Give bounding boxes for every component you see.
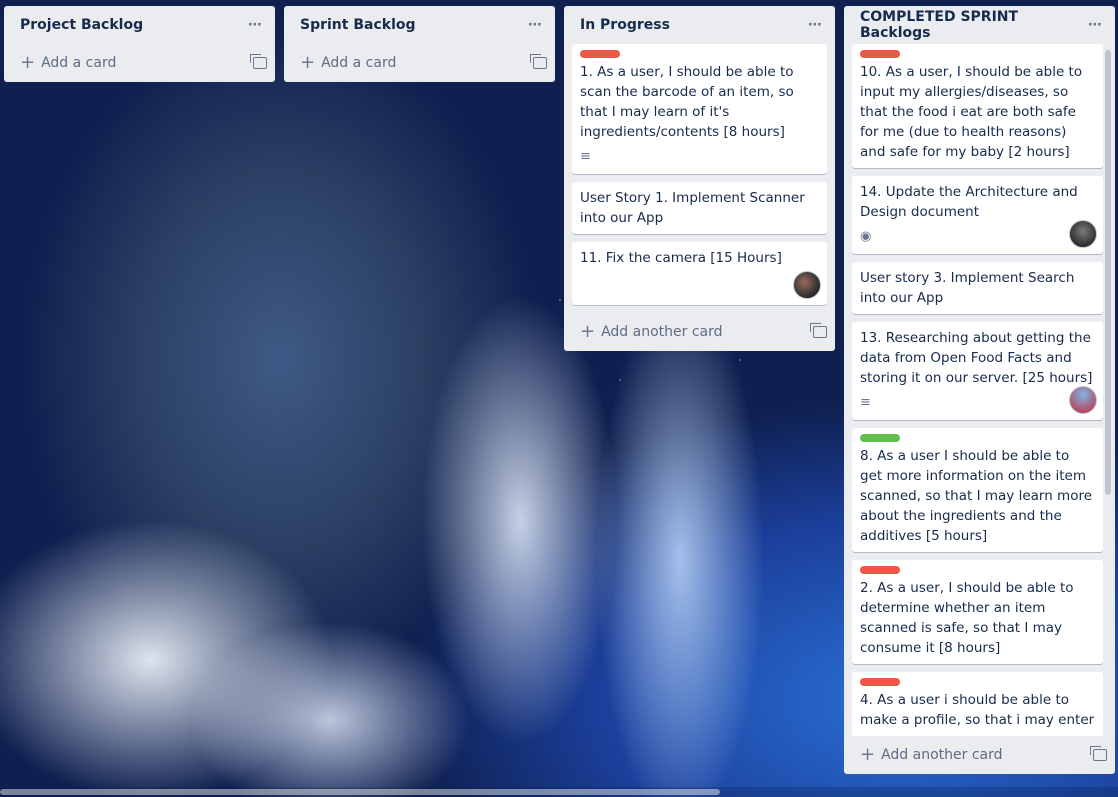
- list-header: COMPLETED SPRINT Backlogs ⋯: [844, 6, 1115, 44]
- board: Project Backlog ⋯ + Add a card Sprint Ba…: [0, 0, 1118, 797]
- plus-icon: +: [860, 744, 876, 765]
- list-title[interactable]: Project Backlog: [20, 17, 143, 33]
- list-title[interactable]: In Progress: [580, 17, 670, 33]
- card[interactable]: 4. As a user i should be able to make a …: [852, 672, 1103, 736]
- add-card-button[interactable]: + Add another card: [860, 746, 1003, 764]
- list-menu-icon[interactable]: ⋯: [804, 15, 827, 35]
- member-avatar[interactable]: [1069, 386, 1097, 414]
- card-title: 14. Update the Architecture and Design d…: [860, 184, 1078, 220]
- card-title: 10. As a user, I should be able to input…: [860, 64, 1083, 160]
- card-title: 11. Fix the camera [15 Hours]: [580, 250, 782, 266]
- plus-icon: +: [580, 321, 596, 342]
- card-badges: ≡: [580, 146, 819, 168]
- scrollbar-thumb[interactable]: [0, 789, 720, 795]
- card-template-icon[interactable]: [530, 54, 547, 69]
- card-title: User Story 1. Implement Scanner into our…: [580, 190, 805, 226]
- add-card-row: + Add a card: [4, 44, 275, 82]
- add-card-label: Add a card: [41, 55, 117, 71]
- plus-icon: +: [300, 52, 316, 73]
- card-badges: ◉: [860, 226, 1095, 248]
- list-title[interactable]: Sprint Backlog: [300, 17, 416, 33]
- card[interactable]: 10. As a user, I should be able to input…: [852, 44, 1103, 168]
- add-card-button[interactable]: + Add a card: [20, 54, 116, 72]
- list-menu-icon[interactable]: ⋯: [244, 15, 267, 35]
- card-title: 8. As a user I should be able to get mor…: [860, 448, 1093, 544]
- card[interactable]: 14. Update the Architecture and Design d…: [852, 176, 1103, 254]
- member-avatar[interactable]: [793, 271, 821, 299]
- card[interactable]: 1. As a user, I should be able to scan t…: [572, 44, 827, 174]
- card-title: User story 3. Implement Search into our …: [860, 270, 1075, 306]
- card[interactable]: 11. Fix the camera [15 Hours]: [572, 242, 827, 305]
- member-avatar[interactable]: [1069, 220, 1097, 248]
- list-menu-icon[interactable]: ⋯: [1084, 15, 1107, 35]
- add-card-row: + Add another card: [564, 313, 835, 351]
- card-template-icon[interactable]: [1090, 746, 1107, 761]
- add-card-button[interactable]: + Add another card: [580, 323, 723, 341]
- list-in-progress: In Progress ⋯ 1. As a user, I should be …: [564, 6, 835, 351]
- description-icon: ≡: [580, 149, 591, 164]
- card[interactable]: 2. As a user, I should be able to determ…: [852, 560, 1103, 664]
- plus-icon: +: [20, 52, 36, 73]
- add-card-row: + Add another card: [844, 736, 1115, 774]
- list-menu-icon[interactable]: ⋯: [524, 15, 547, 35]
- card[interactable]: 13. Researching about getting the data f…: [852, 322, 1103, 420]
- label-green[interactable]: [860, 434, 900, 442]
- list-sprint-backlog: Sprint Backlog ⋯ + Add a card: [284, 6, 555, 82]
- card-title: 4. As a user i should be able to make a …: [860, 692, 1095, 736]
- list-header: Sprint Backlog ⋯: [284, 6, 555, 44]
- description-icon: ≡: [860, 395, 871, 410]
- watch-icon: ◉: [860, 229, 872, 244]
- add-card-label: Add another card: [601, 324, 723, 340]
- card-badges: ≡: [860, 392, 1095, 414]
- label-red[interactable]: [860, 678, 900, 686]
- add-card-row: + Add a card: [284, 44, 555, 82]
- list-project-backlog: Project Backlog ⋯ + Add a card: [4, 6, 275, 82]
- card-title: 1. As a user, I should be able to scan t…: [580, 64, 794, 140]
- card[interactable]: User story 3. Implement Search into our …: [852, 262, 1103, 314]
- list-title[interactable]: COMPLETED SPRINT Backlogs: [860, 9, 1084, 41]
- card[interactable]: 8. As a user I should be able to get mor…: [852, 428, 1103, 552]
- list-scrollbar[interactable]: [1105, 50, 1111, 495]
- card-list: 1. As a user, I should be able to scan t…: [564, 44, 835, 305]
- add-card-button[interactable]: + Add a card: [300, 54, 396, 72]
- add-card-label: Add another card: [881, 747, 1003, 763]
- board-horizontal-scrollbar[interactable]: [0, 787, 1118, 797]
- card-template-icon[interactable]: [250, 54, 267, 69]
- list-header: In Progress ⋯: [564, 6, 835, 44]
- add-card-label: Add a card: [321, 55, 397, 71]
- label-red[interactable]: [860, 566, 900, 574]
- list-header: Project Backlog ⋯: [4, 6, 275, 44]
- label-red[interactable]: [580, 50, 620, 58]
- list-completed-sprint-backlogs: COMPLETED SPRINT Backlogs ⋯ 10. As a use…: [844, 6, 1115, 774]
- card-title: 2. As a user, I should be able to determ…: [860, 580, 1074, 656]
- card-title: 13. Researching about getting the data f…: [860, 330, 1093, 386]
- card[interactable]: User Story 1. Implement Scanner into our…: [572, 182, 827, 234]
- label-red[interactable]: [860, 50, 900, 58]
- card-list: 10. As a user, I should be able to input…: [844, 44, 1115, 736]
- card-template-icon[interactable]: [810, 323, 827, 338]
